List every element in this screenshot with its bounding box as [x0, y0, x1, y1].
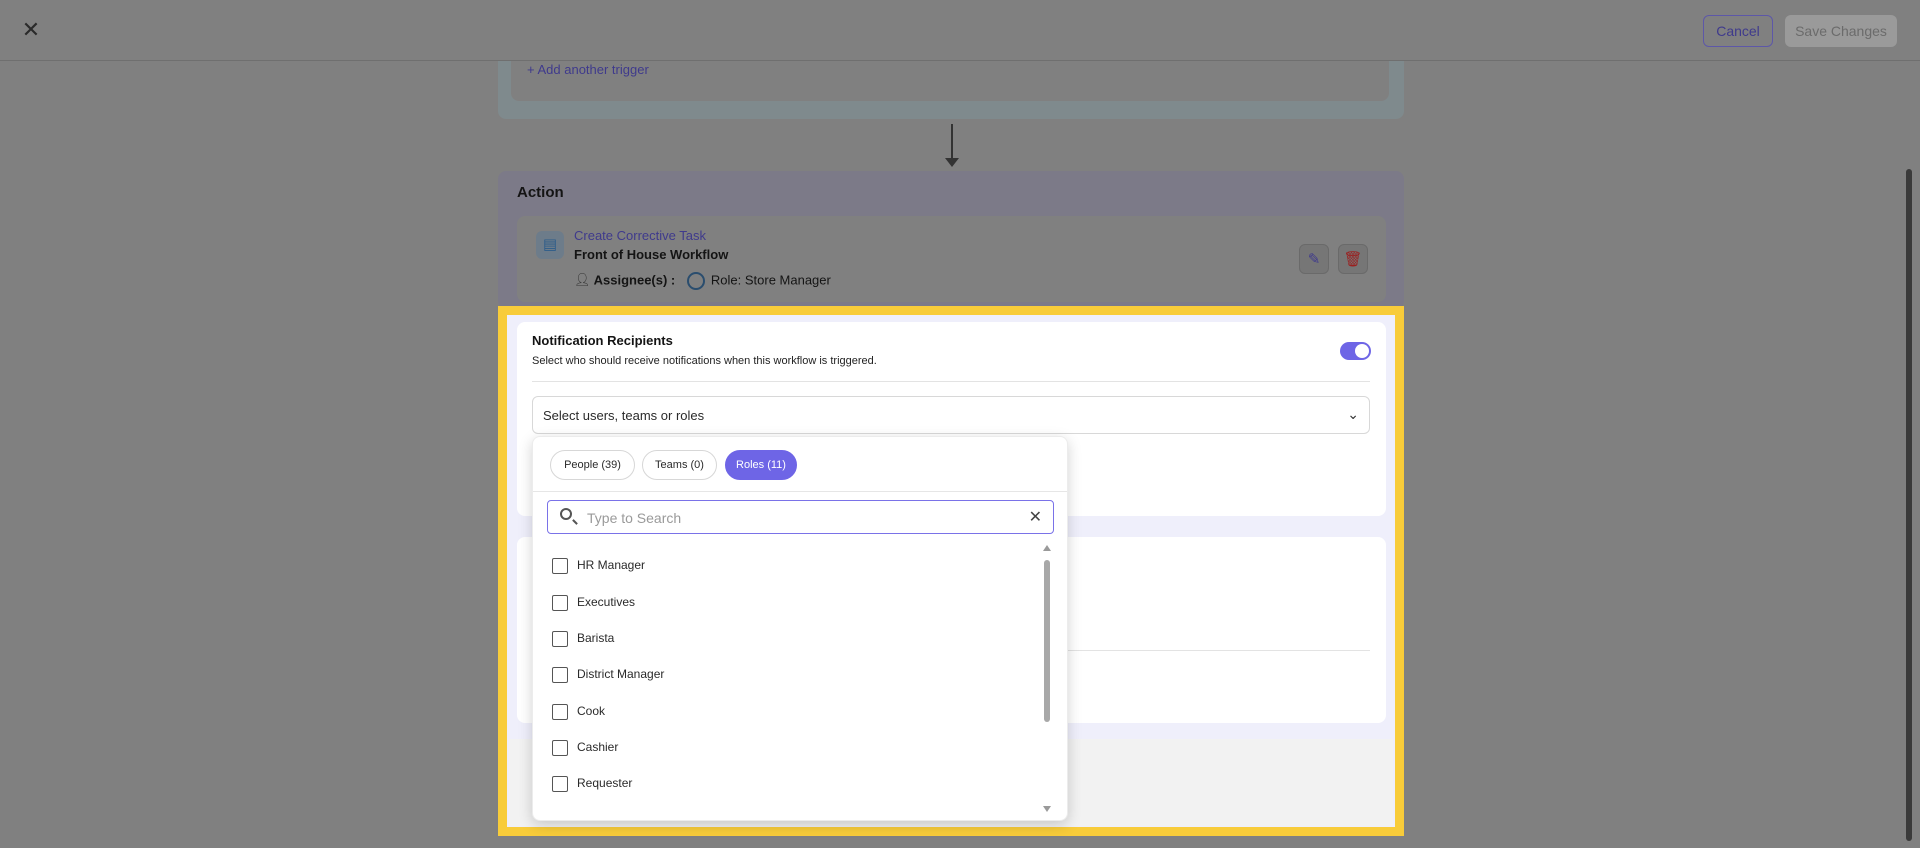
assignee-row: 👤︎ Assignee(s) : Role: Store Manager	[574, 272, 831, 290]
option-label: Cashier	[577, 740, 619, 754]
checkbox[interactable]	[552, 631, 568, 647]
checkbox[interactable]	[552, 776, 568, 792]
divider	[532, 381, 1370, 382]
role-icon	[686, 272, 705, 290]
notification-description: Select who should receive notifications …	[532, 355, 877, 367]
recipients-dropdown	[532, 436, 1068, 821]
flow-arrow-line	[951, 124, 953, 162]
checkbox[interactable]	[552, 595, 568, 611]
save-changes-button[interactable]: Save Changes	[1785, 15, 1897, 47]
assignee-label: Assignee(s) :	[593, 272, 676, 288]
option-label: HR Manager	[577, 558, 646, 572]
person-icon: 👤︎	[574, 272, 591, 288]
toggle-knob	[1355, 344, 1369, 358]
select-placeholder: Select users, teams or roles	[543, 408, 705, 423]
tab-roles[interactable]: Roles (11)	[725, 450, 797, 480]
tab-people[interactable]: People (39)	[550, 450, 635, 480]
flow-arrow-icon	[945, 158, 959, 167]
edit-icon[interactable]: ✎	[1299, 244, 1329, 274]
cancel-button[interactable]: Cancel	[1703, 15, 1773, 47]
close-icon[interactable]: ✕	[20, 19, 42, 41]
search-input[interactable]: Type to Search ✕	[547, 500, 1054, 534]
task-link[interactable]: Create Corrective Task	[574, 228, 706, 243]
search-placeholder: Type to Search	[587, 510, 682, 526]
option-label: Barista	[577, 631, 615, 645]
divider	[533, 491, 1067, 492]
recipients-select[interactable]: Select users, teams or roles ⌄	[532, 396, 1370, 434]
clear-icon[interactable]: ✕	[1029, 507, 1042, 527]
checkbox[interactable]	[552, 740, 568, 756]
checkbox[interactable]	[552, 558, 568, 574]
notification-title: Notification Recipients	[532, 333, 673, 348]
tab-teams[interactable]: Teams (0)	[642, 450, 717, 480]
document-icon: ▤	[536, 231, 564, 259]
action-title: Action	[517, 184, 564, 201]
dropdown-scrollbar[interactable]	[1044, 560, 1050, 722]
option-label: Requester	[577, 776, 633, 790]
option-label: Cook	[577, 704, 606, 718]
checkbox[interactable]	[552, 704, 568, 720]
option-label: District Manager	[577, 667, 665, 681]
add-trigger-link[interactable]: + Add another trigger	[527, 62, 649, 77]
notification-toggle[interactable]	[1340, 342, 1371, 360]
checkbox[interactable]	[552, 667, 568, 683]
scroll-up-icon[interactable]	[1043, 545, 1051, 551]
page-scrollbar[interactable]	[1906, 169, 1912, 841]
scroll-down-icon[interactable]	[1043, 806, 1051, 812]
top-bar: ✕ Cancel Save Changes	[0, 0, 1920, 61]
task-workflow-name: Front of House Workflow	[574, 247, 729, 262]
option-label: Executives	[577, 595, 636, 609]
search-icon	[560, 508, 572, 520]
trash-icon[interactable]: 🗑︎	[1338, 244, 1368, 274]
chevron-down-icon[interactable]: ⌄	[1347, 406, 1359, 423]
role-value: Role: Store Manager	[710, 272, 831, 288]
